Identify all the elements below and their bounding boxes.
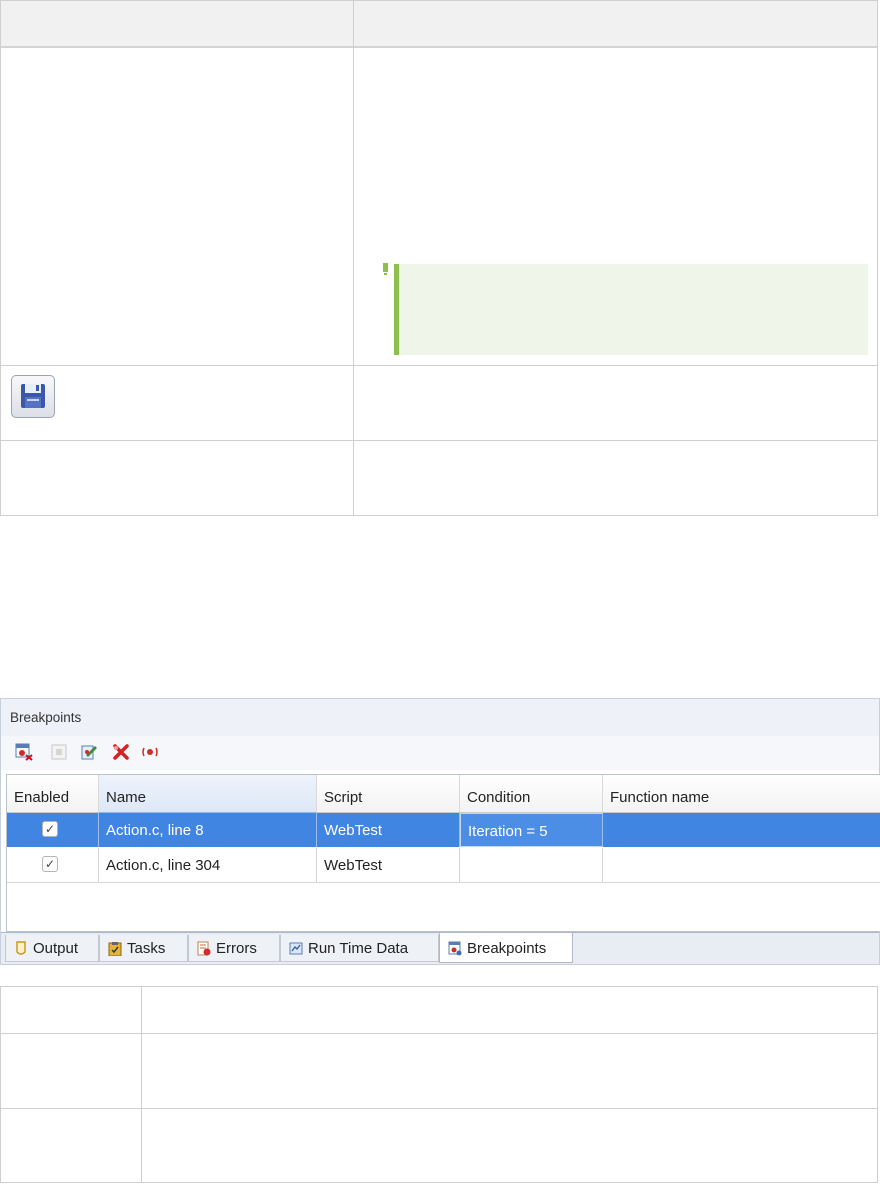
run-time-data-icon xyxy=(289,941,303,956)
errors-icon xyxy=(197,941,211,956)
disabled-stop-icon[interactable] xyxy=(50,743,68,761)
tab-breakpoints[interactable]: Breakpoints xyxy=(439,933,573,963)
enabled-cell: ✓ xyxy=(7,848,99,882)
condition-cell[interactable]: Iteration = 5 xyxy=(460,813,603,847)
column-header-script[interactable]: Script xyxy=(317,775,460,813)
function-name-cell xyxy=(603,813,880,847)
row-divider xyxy=(1,1033,877,1034)
tab-breakpoints-label: Breakpoints xyxy=(467,940,547,957)
script-cell: WebTest xyxy=(317,813,460,847)
column-divider xyxy=(141,987,142,1182)
column-header-condition[interactable]: Condition xyxy=(460,775,603,813)
bottom-tab-bar: Output Tasks Errors Run Time Data Breakp… xyxy=(1,932,879,964)
name-cell: Action.c, line 8 xyxy=(99,813,317,847)
tab-run-time-data-label: Run Time Data xyxy=(308,940,409,957)
tab-errors-label: Errors xyxy=(216,940,257,957)
tab-run-time-data[interactable]: Run Time Data xyxy=(280,935,439,962)
tip-note-box xyxy=(394,264,868,355)
breakpoints-toolbar xyxy=(1,736,879,770)
tab-errors[interactable]: Errors xyxy=(188,935,280,962)
bottom-doc-table xyxy=(0,986,878,1183)
column-header-name[interactable]: Name xyxy=(99,775,317,813)
enabled-checkbox[interactable]: ✓ xyxy=(42,856,58,872)
script-cell: WebTest xyxy=(317,848,460,882)
breakpoints-grid: Enabled Name Script Condition Function n… xyxy=(6,774,880,932)
breakpoints-panel: Breakpoints Enabled Name Script Conditio… xyxy=(0,698,880,965)
table-row[interactable]: ✓ Action.c, line 304 WebTest xyxy=(7,848,880,882)
column-header-enabled[interactable]: Enabled xyxy=(7,775,99,813)
column-divider xyxy=(353,1,354,515)
toggle-breakpoint-icon[interactable] xyxy=(141,743,159,761)
delete-all-icon[interactable] xyxy=(112,743,130,761)
column-header-function-name[interactable]: Function name xyxy=(603,775,880,813)
enabled-cell: ✓ xyxy=(7,813,99,847)
row-divider xyxy=(1,365,877,366)
tab-tasks[interactable]: Tasks xyxy=(99,935,188,962)
function-name-cell xyxy=(603,848,880,882)
tab-output-label: Output xyxy=(33,940,79,957)
row-divider xyxy=(7,882,880,883)
condition-cell[interactable] xyxy=(460,848,603,882)
edit-condition-icon[interactable] xyxy=(81,743,99,761)
tip-marker-icon xyxy=(383,263,388,275)
clipboard-icon xyxy=(108,941,122,957)
breakpoints-tab-icon xyxy=(448,941,462,956)
tab-output[interactable]: Output xyxy=(5,935,99,962)
save-disk-icon xyxy=(11,375,55,418)
top-doc-table xyxy=(0,0,878,516)
breakpoint-clear-icon[interactable] xyxy=(15,743,33,761)
top-table-header xyxy=(1,1,877,48)
enabled-checkbox[interactable]: ✓ xyxy=(42,821,58,837)
tab-tasks-label: Tasks xyxy=(127,940,166,957)
output-icon xyxy=(14,941,28,956)
table-row[interactable]: ✓ Action.c, line 8 WebTest Iteration = 5 xyxy=(7,813,880,847)
panel-title: Breakpoints xyxy=(1,699,879,736)
name-cell: Action.c, line 304 xyxy=(99,848,317,882)
row-divider xyxy=(1,1108,877,1109)
row-divider xyxy=(1,440,877,441)
